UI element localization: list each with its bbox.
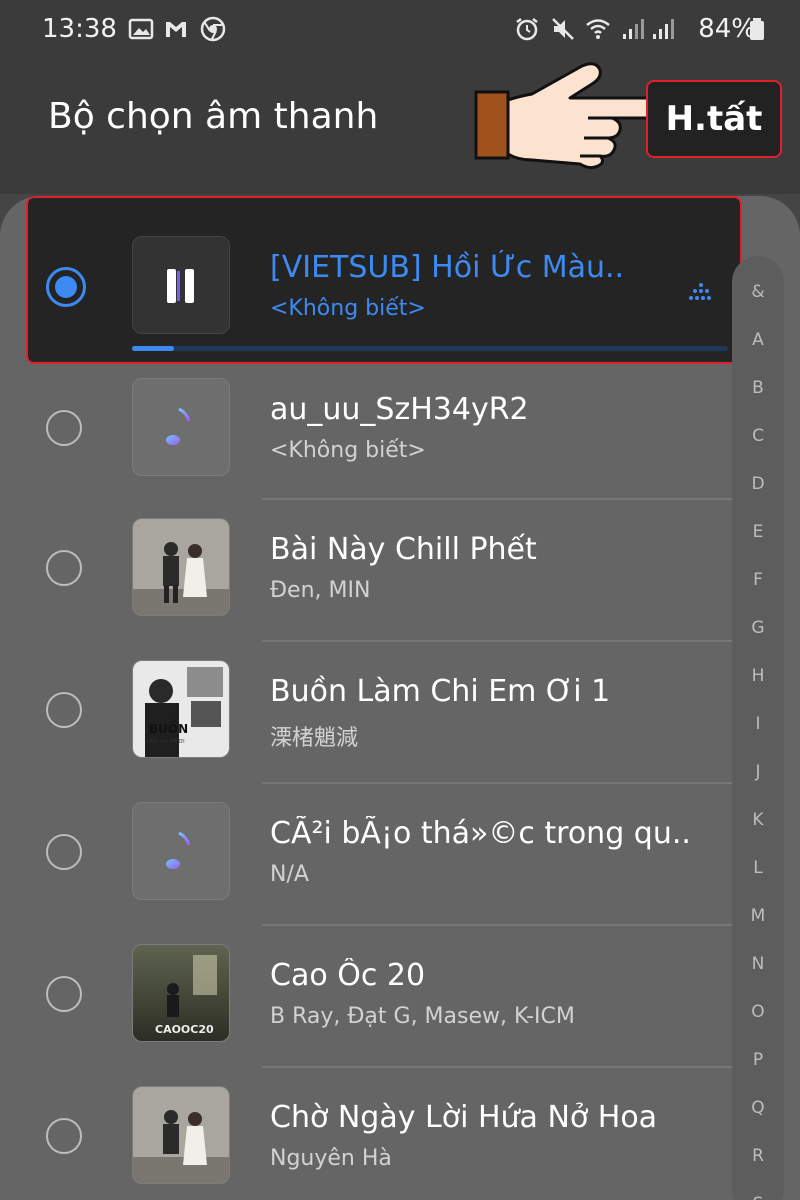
- radio-button[interactable]: [46, 550, 82, 586]
- index-letter[interactable]: F: [732, 570, 784, 590]
- music-note-thumb: [132, 378, 230, 476]
- radio-selected[interactable]: [46, 267, 86, 307]
- index-letter[interactable]: A: [732, 330, 784, 350]
- index-letter[interactable]: P: [732, 1050, 784, 1070]
- index-letter[interactable]: B: [732, 378, 784, 398]
- list-item[interactable]: Bài Này Chill Phết Đen, MIN: [0, 498, 744, 640]
- album-art-image: CAOOC20: [133, 945, 229, 1041]
- album-art: BUỒN LÀM CHI EM ƠI: [132, 660, 230, 758]
- song-title: CÃ²i bÃ¡o thá»©c trong qu..: [270, 816, 691, 851]
- music-note-icon: [166, 407, 191, 445]
- song-title: Buồn Làm Chi Em Ơi 1: [270, 674, 611, 709]
- pause-icon: [167, 269, 194, 303]
- index-letter[interactable]: S: [732, 1194, 784, 1200]
- list-item[interactable]: CAOOC20 Cao Ốc 20 B Ray, Đạt G, Masew, K…: [0, 924, 744, 1066]
- list-item[interactable]: CÃ²i bÃ¡o thá»©c trong qu.. N/A: [0, 782, 744, 924]
- header: Bộ chọn âm thanh H.tất: [0, 62, 800, 194]
- song-artist: B Ray, Đạt G, Masew, K-ICM: [270, 1004, 575, 1029]
- progress-track[interactable]: [132, 346, 728, 351]
- alarm-icon: [516, 18, 538, 41]
- song-title: Cao Ốc 20: [270, 958, 426, 993]
- song-artist: <Không biết>: [270, 296, 426, 321]
- album-art-text: BUỒN: [149, 719, 188, 736]
- song-artist: Đen, MIN: [270, 578, 371, 603]
- album-art: [132, 518, 230, 616]
- index-letter[interactable]: I: [732, 714, 784, 734]
- song-artist: Nguyên Hà: [270, 1146, 392, 1171]
- index-letter[interactable]: C: [732, 426, 784, 446]
- index-letter[interactable]: L: [732, 858, 784, 878]
- index-letter[interactable]: &: [732, 282, 784, 302]
- song-title: [VIETSUB] Hồi Ức Màu..: [270, 250, 625, 285]
- status-bar: 13:38 84%: [0, 0, 800, 62]
- index-letter[interactable]: J: [732, 762, 784, 782]
- chrome-icon: [200, 16, 226, 42]
- song-list[interactable]: [VIETSUB] Hồi Ức Màu.. <Không biết> au_u…: [0, 196, 800, 1200]
- album-art-image: [133, 519, 229, 615]
- album-art-subtext: LÀM CHI EM ƠI: [147, 738, 185, 745]
- album-art-image: [133, 1087, 229, 1183]
- music-note-thumb: [132, 802, 230, 900]
- index-letter[interactable]: R: [732, 1146, 784, 1166]
- song-title: Chờ Ngày Lời Hứa Nở Hoa: [270, 1100, 658, 1135]
- radio-button[interactable]: [46, 692, 82, 728]
- album-art: [132, 1086, 230, 1184]
- radio-button[interactable]: [46, 834, 82, 870]
- mute-icon: [552, 18, 574, 40]
- status-time: 13:38: [42, 14, 117, 44]
- album-art: CAOOC20: [132, 944, 230, 1042]
- list-item[interactable]: au_uu_SzH34yR2 <Không biết>: [0, 356, 744, 498]
- index-letter[interactable]: H: [732, 666, 784, 686]
- radio-button[interactable]: [46, 976, 82, 1012]
- list-item[interactable]: Chờ Ngày Lời Hứa Nở Hoa Nguyên Hà: [0, 1066, 744, 1200]
- index-letter[interactable]: N: [732, 954, 784, 974]
- list-item[interactable]: BUỒN LÀM CHI EM ƠI Buồn Làm Chi Em Ơi 1 …: [0, 640, 744, 782]
- index-letter[interactable]: K: [732, 810, 784, 830]
- song-artist: 溧楮魈減: [270, 726, 359, 751]
- music-note-icon: [166, 831, 191, 869]
- index-letter[interactable]: E: [732, 522, 784, 542]
- wifi-icon: [586, 19, 610, 39]
- index-letter[interactable]: O: [732, 1002, 784, 1022]
- album-art-text: CAOOC20: [155, 1023, 214, 1036]
- battery-icon: [750, 18, 764, 40]
- alphabet-index[interactable]: & A B C D E F G H I J K L M N O P Q R S: [732, 256, 784, 1200]
- index-letter[interactable]: D: [732, 474, 784, 494]
- progress-fill: [132, 346, 174, 351]
- done-button[interactable]: H.tất: [646, 80, 782, 158]
- pointing-hand-icon: [474, 62, 668, 170]
- list-item-selected[interactable]: [VIETSUB] Hồi Ức Màu.. <Không biết>: [0, 196, 744, 364]
- signal-icon: [623, 19, 644, 39]
- signal-icon-2: [653, 19, 674, 39]
- index-letter[interactable]: M: [732, 906, 784, 926]
- gmail-icon: [166, 22, 186, 37]
- song-artist: <Không biết>: [270, 438, 426, 463]
- page-title: Bộ chọn âm thanh: [48, 96, 379, 137]
- album-art-image: BUỒN LÀM CHI EM ƠI: [133, 661, 229, 757]
- pause-button[interactable]: [132, 236, 230, 334]
- gallery-icon: [128, 18, 154, 40]
- song-title: Bài Này Chill Phết: [270, 532, 537, 567]
- radio-button[interactable]: [46, 410, 82, 446]
- index-letter[interactable]: G: [732, 618, 784, 638]
- song-title: au_uu_SzH34yR2: [270, 392, 529, 427]
- song-artist: N/A: [270, 862, 309, 887]
- index-letter[interactable]: Q: [732, 1098, 784, 1118]
- drag-handle-icon[interactable]: [688, 282, 714, 304]
- radio-button[interactable]: [46, 1118, 82, 1154]
